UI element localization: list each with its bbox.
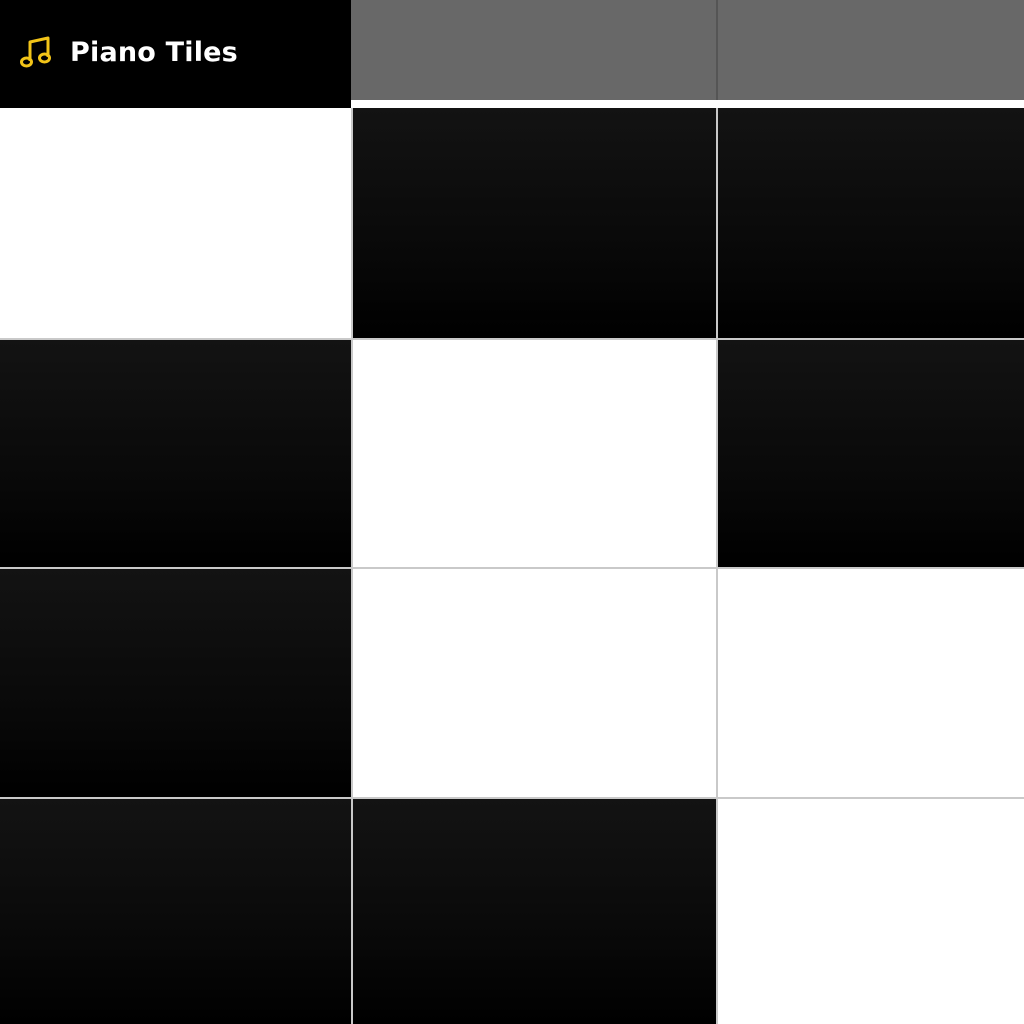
tile-r2-c3[interactable] bbox=[718, 340, 1024, 567]
tile-r1-c2[interactable] bbox=[353, 108, 716, 338]
title-bar: Piano Tiles bbox=[0, 0, 351, 108]
upcoming-row-col-2 bbox=[351, 0, 717, 100]
tile-r1-c1[interactable] bbox=[0, 108, 351, 338]
tile-r2-c1[interactable] bbox=[0, 340, 351, 567]
upcoming-row-col-3 bbox=[717, 0, 1024, 100]
game-title: Piano Tiles bbox=[70, 36, 238, 68]
tile-r4-c3[interactable] bbox=[718, 799, 1024, 1024]
tile-grid bbox=[0, 108, 1024, 1024]
tile-r3-c3[interactable] bbox=[718, 569, 1024, 797]
upcoming-row-divider bbox=[716, 0, 718, 100]
tile-r4-c2[interactable] bbox=[353, 799, 716, 1024]
upcoming-row-gap bbox=[351, 100, 1024, 108]
tile-r3-c1[interactable] bbox=[0, 569, 351, 797]
music-note-icon bbox=[20, 35, 52, 69]
tile-r2-c2[interactable] bbox=[353, 340, 716, 567]
game-screen: Piano Tiles bbox=[0, 0, 1024, 1024]
tile-r3-c2[interactable] bbox=[353, 569, 716, 797]
tile-r1-c3[interactable] bbox=[718, 108, 1024, 338]
tile-r4-c1[interactable] bbox=[0, 799, 351, 1024]
